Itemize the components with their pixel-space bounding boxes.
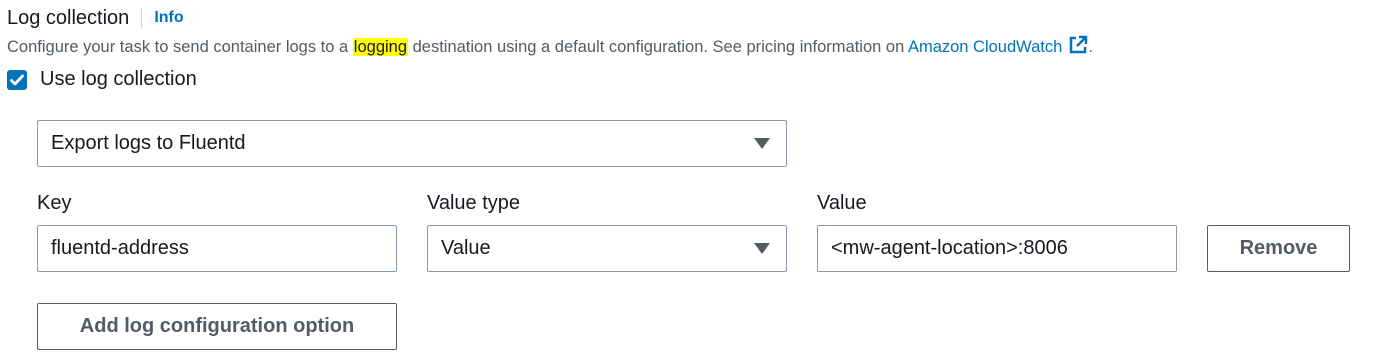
log-driver-select-value: Export logs to Fluentd xyxy=(51,132,246,154)
key-input[interactable]: fluentd-address xyxy=(37,225,397,272)
key-input-value: fluentd-address xyxy=(51,237,189,259)
value-type-select[interactable]: Value xyxy=(427,225,787,272)
description-text-end: . xyxy=(1088,38,1093,56)
description-text-after: destination using a default configuratio… xyxy=(408,38,908,56)
remove-button[interactable]: Remove xyxy=(1207,225,1350,272)
use-log-collection-checkbox[interactable] xyxy=(7,69,27,90)
header-divider xyxy=(141,8,143,28)
caret-down-icon xyxy=(754,138,770,149)
log-driver-select[interactable]: Export logs to Fluentd xyxy=(37,120,787,167)
external-link-icon xyxy=(1070,35,1088,54)
value-type-label: Value type xyxy=(427,192,521,214)
value-label: Value xyxy=(817,192,867,214)
value-input[interactable]: <mw-agent-location>:8006 xyxy=(817,225,1177,272)
section-description: Configure your task to send container lo… xyxy=(7,35,1093,57)
description-text-before: Configure your task to send container lo… xyxy=(7,38,353,56)
cloudwatch-link[interactable]: Amazon CloudWatch xyxy=(907,35,1088,56)
caret-down-icon xyxy=(754,243,770,254)
use-log-collection-checkbox-row[interactable]: Use log collection xyxy=(7,68,197,91)
section-title: Log collection xyxy=(7,6,130,29)
use-log-collection-label: Use log collection xyxy=(40,68,197,90)
description-highlight: logging xyxy=(352,38,409,56)
value-type-select-value: Value xyxy=(441,237,491,259)
check-icon xyxy=(10,74,24,85)
add-log-configuration-option-button[interactable]: Add log configuration option xyxy=(37,303,397,350)
info-link[interactable]: Info xyxy=(154,9,183,27)
section-header: Log collection Info xyxy=(7,6,184,30)
value-input-value: <mw-agent-location>:8006 xyxy=(831,237,1068,259)
key-label: Key xyxy=(37,192,72,214)
cloudwatch-link-label: Amazon CloudWatch xyxy=(907,38,1063,56)
